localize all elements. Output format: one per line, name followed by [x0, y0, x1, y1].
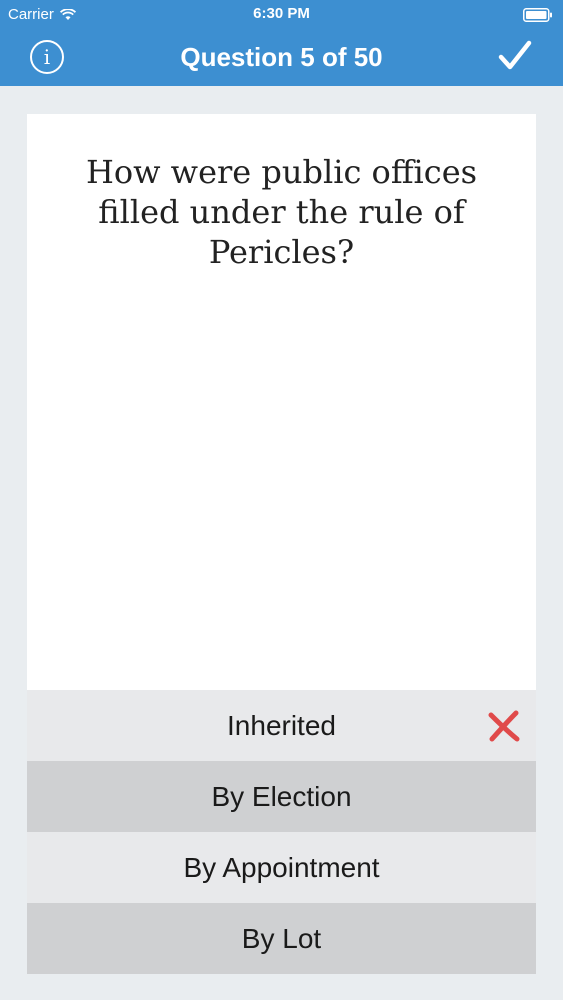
status-bar: Carrier 6:30 PM	[0, 0, 563, 30]
answer-label: By Election	[211, 780, 352, 812]
answer-label: Inherited	[227, 709, 336, 741]
answer-option-by-lot[interactable]: By Lot	[27, 903, 536, 974]
answer-option-inherited[interactable]: Inherited	[27, 690, 536, 761]
answer-option-by-appointment[interactable]: By Appointment	[27, 832, 536, 903]
answer-label: By Lot	[241, 922, 322, 954]
answer-option-by-election[interactable]: By Election	[27, 761, 536, 832]
question-text: How were public offices filled under the…	[85, 153, 478, 271]
status-time: 6:30 PM	[253, 5, 310, 22]
nav-bar: i Question 5 of 50	[0, 30, 563, 86]
battery-icon	[523, 8, 552, 22]
header: Carrier 6:30 PM i Question 5 of 50	[0, 0, 563, 86]
checkmark-icon[interactable]	[497, 38, 533, 74]
wrong-answer-x-icon	[488, 710, 520, 742]
question-card: How were public offices filled under the…	[27, 114, 536, 690]
answer-list: Inherited By Election By Appointment By …	[27, 690, 536, 974]
answer-label: By Appointment	[183, 851, 380, 883]
page-title: Question 5 of 50	[180, 42, 383, 72]
